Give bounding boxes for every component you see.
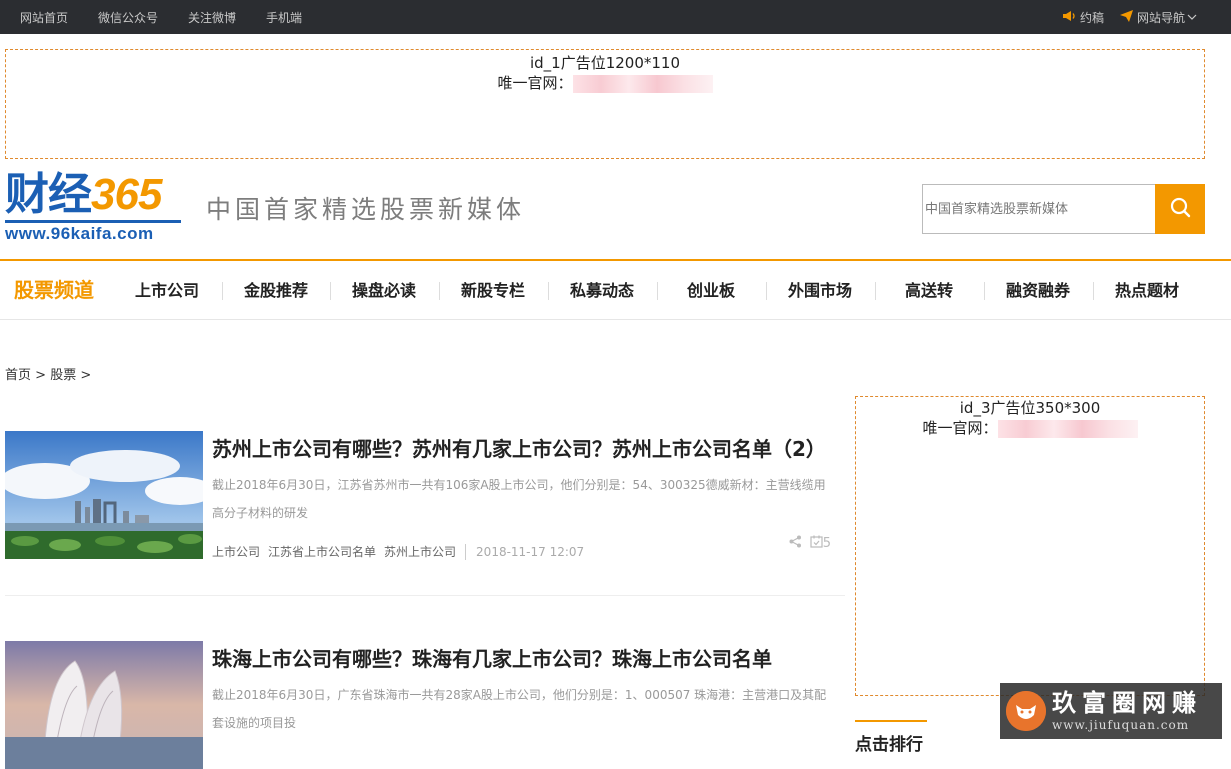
article-summary: 截止2018年6月30日，广东省珠海市一共有28家A股上市公司，他们分别是：1、… <box>212 688 827 730</box>
top-links: 网站首页 微信公众号 关注微博 手机端 <box>20 0 332 34</box>
search-button[interactable] <box>1155 184 1205 234</box>
contribute-label: 约稿 <box>1079 10 1104 25</box>
breadcrumb-home[interactable]: 首页 <box>5 368 31 383</box>
blurred-url <box>997 419 1138 438</box>
ad-sidebar-owner: 唯一官网： <box>856 418 1204 438</box>
search-input[interactable] <box>923 185 1155 233</box>
watermark-name: 玖富圈网赚 <box>1052 688 1202 717</box>
meta-divider <box>465 543 467 560</box>
top-link-weibo[interactable]: 关注微博 <box>188 9 236 26</box>
watermark-url: www.jiufuquan.com <box>1052 718 1190 732</box>
article-meta: 上市公司 江苏省上市公司名单 苏州上市公司 2018-11-17 12:07 <box>212 543 584 560</box>
article-thumbnail[interactable] <box>5 641 203 769</box>
nav-divider <box>1093 282 1094 300</box>
paper-plane-icon <box>1119 9 1133 25</box>
article-actions: 5 <box>789 535 831 552</box>
top-link-mobile[interactable]: 手机端 <box>266 9 302 26</box>
top-link-home[interactable]: 网站首页 <box>20 9 68 26</box>
site-slogan: 中国首家精选股票新媒体 <box>206 195 526 224</box>
nav-item-foreign-markets[interactable]: 外围市场 <box>770 261 870 320</box>
nav-divider <box>984 282 985 300</box>
site-nav-label: 网站导航 <box>1136 10 1185 25</box>
channel-nav: 股票频道 上市公司 金股推荐 操盘必读 新股专栏 私募动态 创业板 外围市场 高… <box>0 259 1231 320</box>
breadcrumb-separator: > <box>80 368 92 383</box>
chevron-down-icon <box>1187 10 1197 24</box>
nav-item-gem-board[interactable]: 创业板 <box>661 261 761 320</box>
article-summary: 截止2018年6月30日，江苏省苏州市一共有106家A股上市公司，他们分别是：5… <box>212 478 826 520</box>
search-icon <box>1169 196 1191 222</box>
watermark: 玖富圈网赚 www.jiufuquan.com <box>1000 683 1222 739</box>
share-icon[interactable] <box>789 535 802 552</box>
nav-divider <box>875 282 876 300</box>
logo-brand-cn: 财经 <box>5 170 92 219</box>
site-nav-link[interactable]: 网站导航 <box>1119 9 1197 26</box>
nav-divider <box>222 282 223 300</box>
nav-item-ipo-column[interactable]: 新股专栏 <box>443 261 543 320</box>
nav-item-listed-companies[interactable]: 上市公司 <box>117 261 217 320</box>
site-logo[interactable]: 财经365 www.96kaifa.com <box>5 172 183 247</box>
nav-item-trading-guide[interactable]: 操盘必读 <box>334 261 434 320</box>
article-item: 苏州上市公司有哪些？苏州有几家上市公司？苏州上市公司名单（2） 截止2018年6… <box>5 431 845 571</box>
rank-accent-line <box>855 720 927 722</box>
article-tag[interactable]: 江苏省上市公司名单 <box>268 543 376 560</box>
nav-divider <box>766 282 767 300</box>
nav-item-high-dividend[interactable]: 高送转 <box>879 261 979 320</box>
logo-brand-num: 365 <box>91 170 162 219</box>
breadcrumb: 首页 > 股票 > <box>5 364 91 383</box>
contribute-link[interactable]: 约稿 <box>1062 9 1104 26</box>
calendar-check-icon <box>810 535 823 552</box>
nav-item-hot-topics[interactable]: 热点题材 <box>1097 261 1197 320</box>
logo-url: www.96kaifa.com <box>5 224 154 243</box>
breadcrumb-section[interactable]: 股票 <box>50 368 76 383</box>
search-box <box>922 184 1205 234</box>
blurred-url <box>572 74 713 93</box>
top-link-wechat[interactable]: 微信公众号 <box>98 9 158 26</box>
article-date: 2018-11-17 12:07 <box>476 544 585 559</box>
article-thumbnail[interactable] <box>5 431 203 559</box>
article-title[interactable]: 珠海上市公司有哪些？珠海有几家上市公司？珠海上市公司名单 <box>212 643 772 672</box>
nav-divider <box>330 282 331 300</box>
breadcrumb-separator: > <box>35 368 47 383</box>
nav-divider <box>439 282 440 300</box>
top-right-links: 约稿 网站导航 <box>1046 0 1197 34</box>
top-bar: 网站首页 微信公众号 关注微博 手机端 约稿 网站导航 <box>0 0 1231 34</box>
ad-banner-top[interactable]: id_1广告位1200*110 唯一官网： <box>5 49 1205 159</box>
nav-item-private-equity[interactable]: 私募动态 <box>552 261 652 320</box>
megaphone-icon <box>1062 10 1076 25</box>
nav-divider <box>657 282 658 300</box>
article-tag[interactable]: 上市公司 <box>212 543 260 560</box>
nav-divider <box>548 282 549 300</box>
ad-banner-label: id_1广告位1200*110 <box>529 54 681 72</box>
ad-banner-owner: 唯一官网： <box>6 73 1204 93</box>
ad-sidebar-label: id_3广告位350*300 <box>959 399 1101 417</box>
article-divider <box>5 595 845 596</box>
ad-sidebar[interactable]: id_3广告位350*300 唯一官网： <box>855 396 1205 696</box>
article-count: 5 <box>822 536 831 551</box>
article-item: 珠海上市公司有哪些？珠海有几家上市公司？珠海上市公司名单 截止2018年6月30… <box>5 641 845 769</box>
tiger-logo-icon <box>1006 691 1046 731</box>
channel-title: 股票频道 <box>14 278 94 302</box>
article-tag[interactable]: 苏州上市公司 <box>384 543 456 560</box>
article-title[interactable]: 苏州上市公司有哪些？苏州有几家上市公司？苏州上市公司名单（2） <box>212 433 826 462</box>
nav-item-margin-trading[interactable]: 融资融券 <box>988 261 1088 320</box>
nav-item-stock-picks[interactable]: 金股推荐 <box>226 261 326 320</box>
